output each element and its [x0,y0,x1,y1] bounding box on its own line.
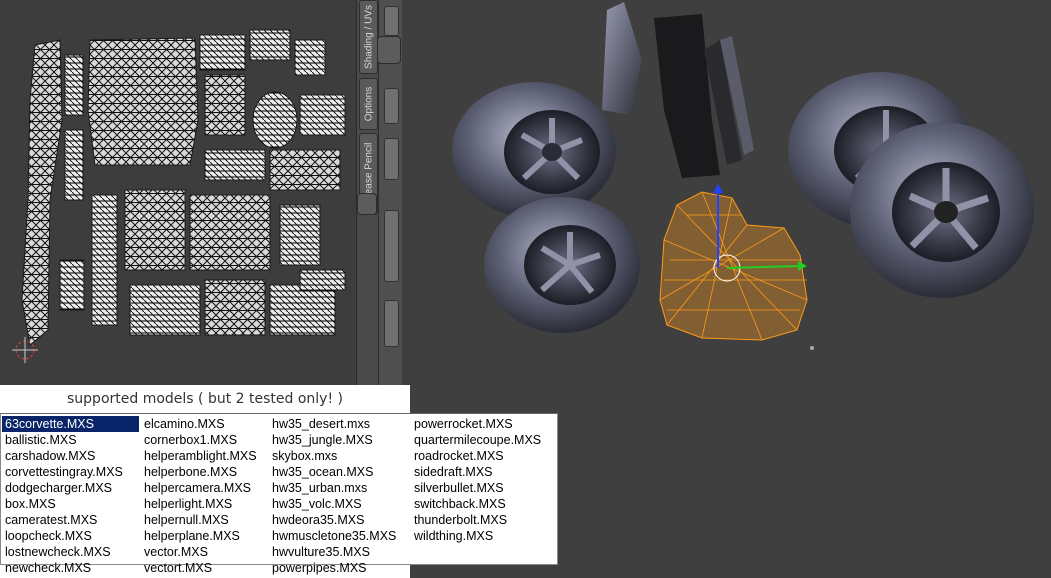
list-item[interactable]: helperbone.MXS [141,464,269,480]
model-listbox[interactable]: 63corvette.MXS ballistic.MXS carshadow.M… [0,413,558,575]
tabs-scroll-stepper[interactable] [357,193,377,215]
list-item[interactable]: hwmuscletone35.MXS [269,528,411,544]
wheel-left-bottom [484,197,640,333]
list-item[interactable]: quartermilecoupe.MXS [411,432,555,448]
list-column-1: 63corvette.MXS ballistic.MXS carshadow.M… [2,416,139,576]
list-item[interactable]: helpernull.MXS [141,512,269,528]
body-panels [602,2,754,178]
wheel-right-front [850,122,1034,298]
origin-marker [810,346,814,350]
list-item[interactable]: newcheck.MXS [2,560,139,576]
list-item[interactable]: lostnewcheck.MXS [2,544,139,560]
list-item[interactable]: silverbullet.MXS [411,480,555,496]
list-item[interactable]: skybox.mxs [269,448,411,464]
tool-button-1[interactable] [384,6,399,36]
list-item[interactable]: hw35_ocean.MXS [269,464,411,480]
list-item[interactable]: cameratest.MXS [2,512,139,528]
list-item[interactable]: hw35_desert.mxs [269,416,411,432]
list-item[interactable]: switchback.MXS [411,496,555,512]
list-item[interactable]: hw35_volc.MXS [269,496,411,512]
list-item[interactable]: cornerbox1.MXS [141,432,269,448]
panel-title: supported models ( but 2 tested only! ) [67,391,343,407]
list-item[interactable]: vector.MXS [141,544,269,560]
tab-shading-uvs[interactable]: Shading / UVs [359,0,378,74]
list-item[interactable]: hw35_urban.mxs [269,480,411,496]
tool-button-3[interactable] [384,138,399,180]
list-item[interactable]: carshadow.MXS [2,448,139,464]
wireframe-car [659,184,808,341]
list-item[interactable]: ballistic.MXS [2,432,139,448]
panel-scroll-stepper[interactable] [377,36,401,64]
list-item[interactable]: roadrocket.MXS [411,448,555,464]
list-item[interactable]: elcamino.MXS [141,416,269,432]
list-item[interactable]: dodgecharger.MXS [2,480,139,496]
list-item[interactable]: hwvulture35.MXS [269,544,411,560]
list-item[interactable]: hwdeora35.MXS [269,512,411,528]
tab-shading-uvs-label: Shading / UVs [363,5,374,69]
tool-button-5[interactable] [384,300,399,347]
uv-map [12,29,346,363]
list-item[interactable]: powerpipes.MXS [269,560,411,576]
uv-editor[interactable] [0,0,356,385]
tool-button-4[interactable] [384,210,399,282]
supported-models-panel: supported models ( but 2 tested only! ) … [0,385,558,578]
list-item[interactable]: 63corvette.MXS [2,416,139,432]
list-item[interactable]: vectort.MXS [141,560,269,576]
list-item[interactable]: corvettestingray.MXS [2,464,139,480]
list-item[interactable]: hw35_jungle.MXS [269,432,411,448]
list-item[interactable]: thunderbolt.MXS [411,512,555,528]
list-item[interactable]: helperlight.MXS [141,496,269,512]
list-item[interactable]: sidedraft.MXS [411,464,555,480]
list-item[interactable]: helperamblight.MXS [141,448,269,464]
list-item[interactable]: box.MXS [2,496,139,512]
list-column-3: hw35_desert.mxs hw35_jungle.MXS skybox.m… [269,416,411,576]
list-column-4: powerrocket.MXS quartermilecoupe.MXS roa… [411,416,555,544]
wheel-left-top [452,82,616,218]
list-item[interactable]: wildthing.MXS [411,528,555,544]
tab-options-label: Options [363,86,374,122]
list-item[interactable]: powerrocket.MXS [411,416,555,432]
list-item[interactable]: loopcheck.MXS [2,528,139,544]
list-item[interactable]: helperplane.MXS [141,528,269,544]
tab-options[interactable]: Options [359,78,378,130]
list-item[interactable]: helpercamera.MXS [141,480,269,496]
tool-button-2[interactable] [384,88,399,124]
list-column-2: elcamino.MXS cornerbox1.MXS helperamblig… [141,416,269,576]
